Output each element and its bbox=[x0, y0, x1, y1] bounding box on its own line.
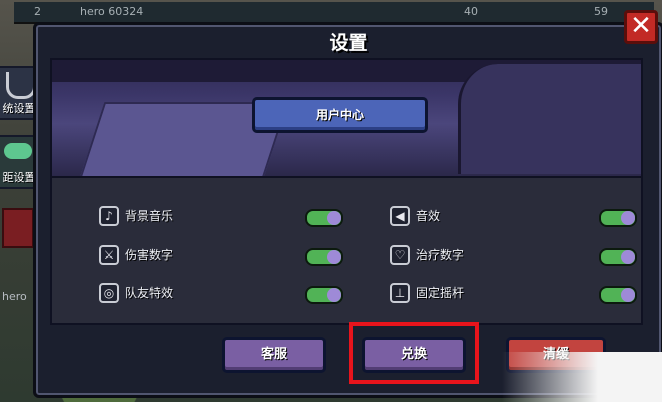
customer-service-button[interactable]: 客服 bbox=[222, 337, 326, 373]
joystick-icon: ⊥ bbox=[390, 283, 410, 303]
coin-count: 40 bbox=[464, 5, 478, 18]
side-red-panel bbox=[2, 208, 34, 248]
player-level: 2 bbox=[34, 5, 41, 18]
toggle-heal-numbers[interactable] bbox=[599, 248, 637, 266]
wrench-icon bbox=[6, 72, 36, 99]
toggle-knob bbox=[621, 288, 635, 302]
close-button[interactable]: ✕ bbox=[624, 10, 658, 44]
player-name: hero 60324 bbox=[80, 5, 144, 18]
sound-icon: ◀ bbox=[390, 206, 410, 226]
toggle-knob bbox=[621, 250, 635, 264]
toggle-bgm[interactable] bbox=[305, 209, 343, 227]
hero-label: hero bbox=[2, 290, 27, 303]
top-status-bar: 2 hero 60324 40 59 bbox=[14, 2, 654, 24]
settings-panel: ♪ 背景音乐 ⚔ 伤害数字 ◎ 队友特效 ◀ 音效 ♡ 治疗数字 ⊥ 固定摇杆 bbox=[50, 176, 643, 325]
setting-label: 队友特效 bbox=[125, 286, 174, 300]
toggle-knob bbox=[327, 288, 341, 302]
gem-count: 59 bbox=[594, 5, 608, 18]
toggle-fixed-joystick[interactable] bbox=[599, 286, 637, 304]
setting-label: 伤害数字 bbox=[125, 248, 174, 262]
redeem-highlight-box bbox=[349, 322, 479, 384]
watermark-fade bbox=[502, 352, 662, 402]
gamepad-icon bbox=[4, 143, 32, 159]
setting-label: 音效 bbox=[416, 209, 441, 223]
setting-label: 治疗数字 bbox=[416, 248, 465, 262]
toggle-knob bbox=[621, 211, 635, 225]
close-icon: ✕ bbox=[630, 11, 652, 41]
damage-icon: ⚔ bbox=[99, 245, 119, 265]
toggle-teammate-effects[interactable] bbox=[305, 286, 343, 304]
teammate-effect-icon: ◎ bbox=[99, 283, 119, 303]
heart-icon: ♡ bbox=[390, 245, 410, 265]
setting-label: 固定摇杆 bbox=[416, 286, 465, 300]
toggle-knob bbox=[327, 250, 341, 264]
toggle-damage-numbers[interactable] bbox=[305, 248, 343, 266]
setting-label: 背景音乐 bbox=[125, 209, 174, 223]
music-icon: ♪ bbox=[99, 206, 119, 226]
banner-well bbox=[458, 64, 641, 174]
toggle-sound-effects[interactable] bbox=[599, 209, 637, 227]
toggle-knob bbox=[327, 211, 341, 225]
user-center-button[interactable]: 用户中心 bbox=[252, 97, 428, 133]
dialog-title: 设置 bbox=[329, 32, 368, 54]
